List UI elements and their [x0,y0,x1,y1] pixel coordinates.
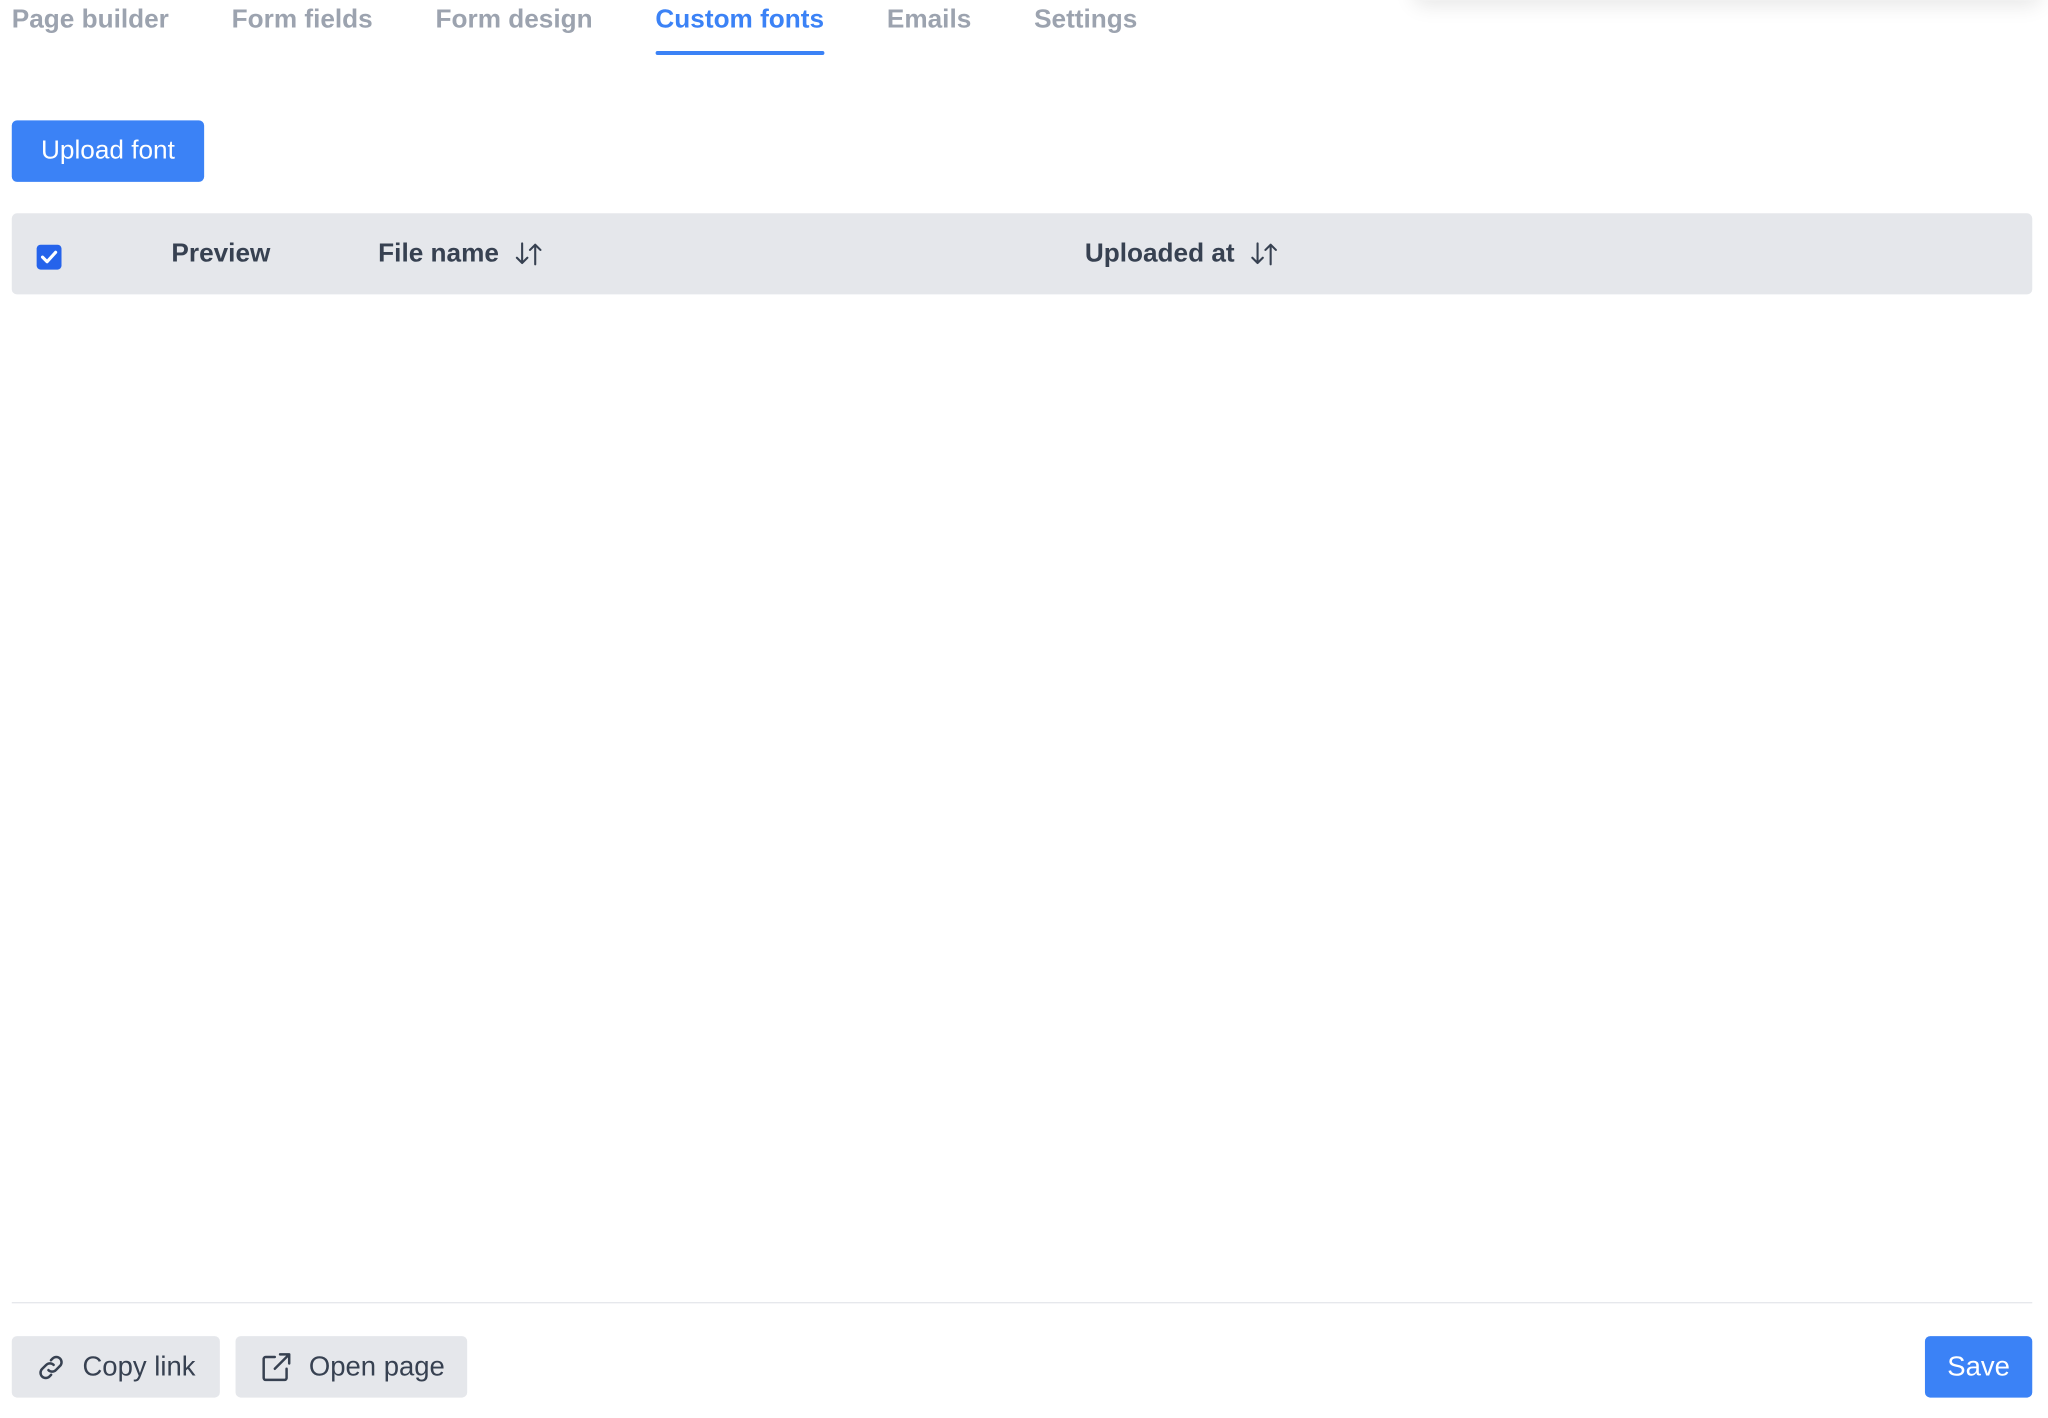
tab-form-design[interactable]: Form design [436,0,593,54]
link-icon [35,1351,66,1382]
column-header-preview: Preview [171,213,270,294]
tab-bar: Page builder Form fields Form design Cus… [12,0,1200,60]
checkmark-icon [40,250,58,264]
tab-form-fields[interactable]: Form fields [232,0,373,54]
sort-arrows-icon[interactable] [515,241,544,267]
tab-custom-fonts[interactable]: Custom fonts [655,0,824,55]
upload-font-button[interactable]: Upload font [11,120,205,182]
select-all-checkbox[interactable] [36,244,62,270]
table-header: Preview File name Uploaded at [11,213,2033,295]
column-header-uploaded-at[interactable]: Uploaded at [1085,213,1279,294]
open-page-button[interactable]: Open page [235,1336,468,1398]
footer-divider [11,1302,2033,1304]
sort-arrows-icon[interactable] [1250,241,1279,267]
tab-page-builder[interactable]: Page builder [12,0,169,54]
column-label: Preview [171,238,271,268]
page: Page builder Form fields Form design Cus… [0,0,2048,1417]
tab-settings[interactable]: Settings [1034,0,1137,54]
column-header-file-name[interactable]: File name [378,213,543,294]
tab-emails[interactable]: Emails [887,0,971,54]
save-button[interactable]: Save [1924,1336,2033,1398]
copy-link-button[interactable]: Copy link [11,1336,220,1398]
column-label: File name [378,238,499,268]
open-page-label: Open page [308,1351,445,1382]
copy-link-label: Copy link [82,1351,196,1382]
external-link-icon [259,1350,293,1384]
column-label: Uploaded at [1084,238,1235,268]
